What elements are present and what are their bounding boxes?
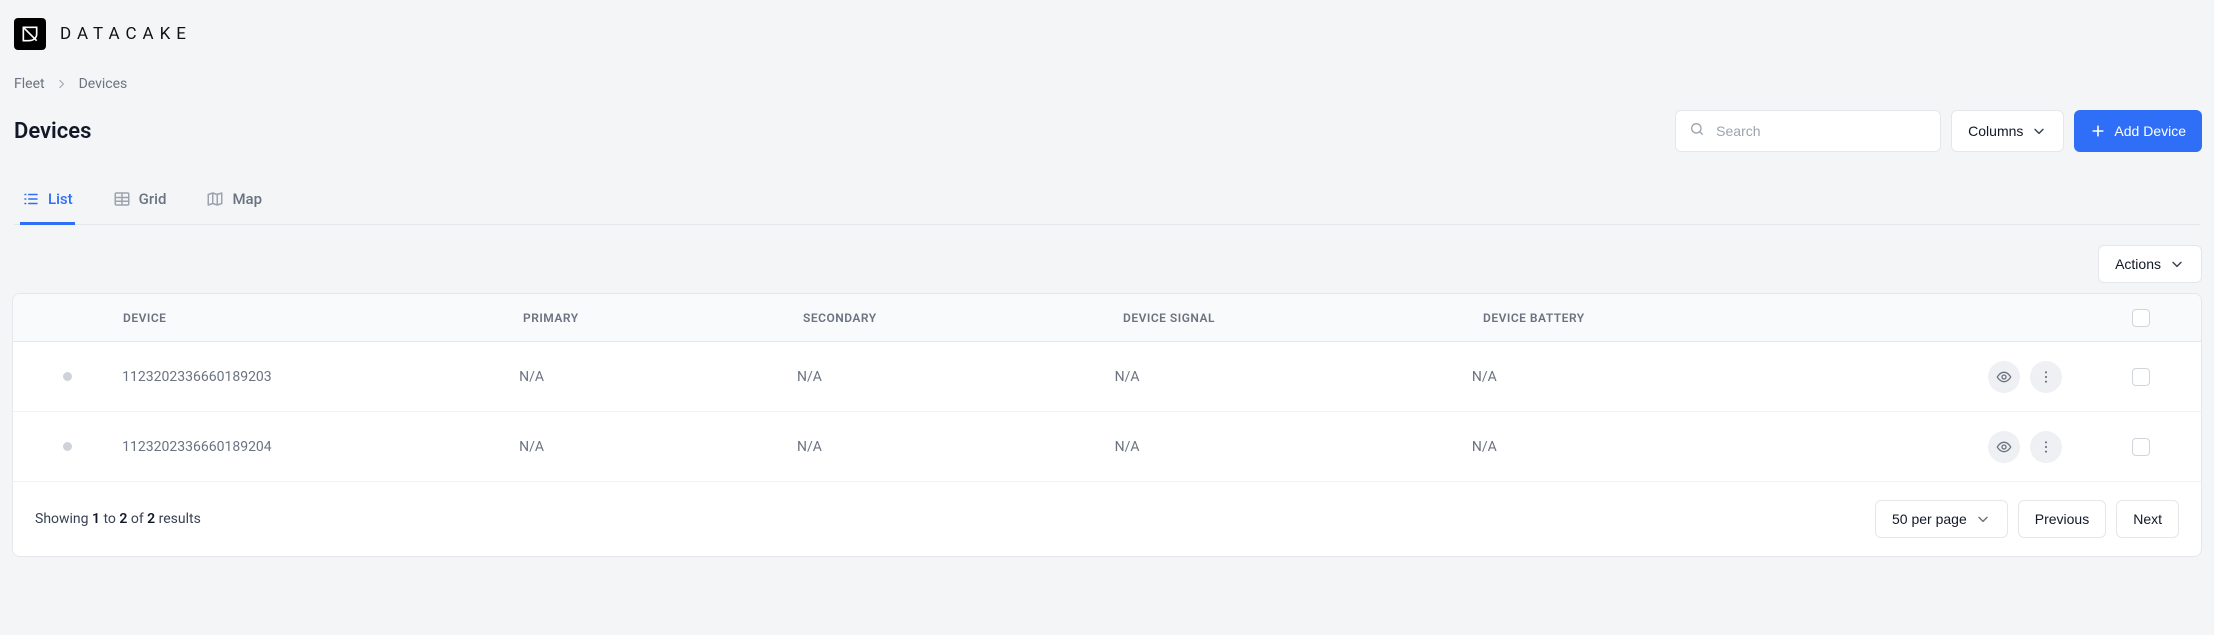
chevron-right-icon [55,77,69,91]
tab-map[interactable]: Map [204,180,264,225]
breadcrumb-root[interactable]: Fleet [14,76,45,92]
results-summary: Showing 1 to 2 of 2 results [35,511,201,527]
previous-button[interactable]: Previous [2018,500,2106,538]
breadcrumb: Fleet Devices [12,76,2202,92]
tab-map-label: Map [232,190,262,208]
table-footer: Showing 1 to 2 of 2 results 50 per page … [13,482,2201,556]
th-signal: Device Signal [1123,311,1483,325]
dots-vertical-icon [2038,439,2054,455]
status-dot-icon [63,372,72,381]
cell-signal: N/A [1115,439,1472,455]
chevron-down-icon [2169,256,2185,272]
logo-mark [14,18,46,50]
search-icon [1689,121,1705,141]
eye-icon [1996,439,2012,455]
eye-icon [1996,369,2012,385]
select-all-checkbox[interactable] [2132,309,2150,327]
table-row[interactable]: 1123202336660189203 N/A N/A N/A N/A [13,342,2201,412]
cell-primary: N/A [519,439,797,455]
view-tabs: List Grid Map [14,180,2200,225]
chevron-down-icon [2031,123,2047,139]
dots-vertical-icon [2038,369,2054,385]
list-icon [22,190,40,208]
chevron-down-icon [1975,511,1991,527]
next-button[interactable]: Next [2116,500,2179,538]
cell-device: 1123202336660189203 [122,369,519,385]
th-battery: Device Battery [1483,311,2003,325]
add-device-label: Add Device [2114,123,2186,139]
devices-table: Device Primary Secondary Device Signal D… [12,293,2202,557]
tab-list-label: List [48,190,73,208]
cell-secondary: N/A [797,369,1115,385]
row-checkbox[interactable] [2132,368,2150,386]
cell-primary: N/A [519,369,797,385]
tab-grid-label: Grid [139,190,167,208]
cell-device: 1123202336660189204 [122,439,519,455]
actions-label: Actions [2115,256,2161,272]
grid-icon [113,190,131,208]
row-checkbox[interactable] [2132,438,2150,456]
tab-list[interactable]: List [20,180,75,225]
table-header: Device Primary Secondary Device Signal D… [13,294,2201,342]
tab-grid[interactable]: Grid [111,180,169,225]
brand-name: DATACAKE [60,24,192,44]
search-input[interactable] [1675,110,1941,152]
view-button[interactable] [1988,361,2020,393]
columns-button[interactable]: Columns [1951,110,2064,152]
per-page-select[interactable]: 50 per page [1875,500,2008,538]
search-input-wrap [1675,110,1941,152]
map-icon [206,190,224,208]
brand-logo: DATACAKE [12,18,2202,50]
view-button[interactable] [1988,431,2020,463]
datacake-icon [20,24,40,44]
cell-secondary: N/A [797,439,1115,455]
plus-icon [2090,123,2106,139]
row-menu-button[interactable] [2030,431,2062,463]
page-title: Devices [14,119,91,144]
add-device-button[interactable]: Add Device [2074,110,2202,152]
per-page-label: 50 per page [1892,511,1967,527]
cell-battery: N/A [1472,369,1988,385]
table-row[interactable]: 1123202336660189204 N/A N/A N/A N/A [13,412,2201,482]
th-secondary: Secondary [803,311,1123,325]
actions-button[interactable]: Actions [2098,245,2202,283]
status-dot-icon [63,442,72,451]
cell-battery: N/A [1472,439,1988,455]
breadcrumb-current: Devices [79,76,128,92]
columns-label: Columns [1968,123,2023,139]
cell-signal: N/A [1115,369,1472,385]
row-menu-button[interactable] [2030,361,2062,393]
th-device: Device [123,311,523,325]
th-primary: Primary [523,311,803,325]
